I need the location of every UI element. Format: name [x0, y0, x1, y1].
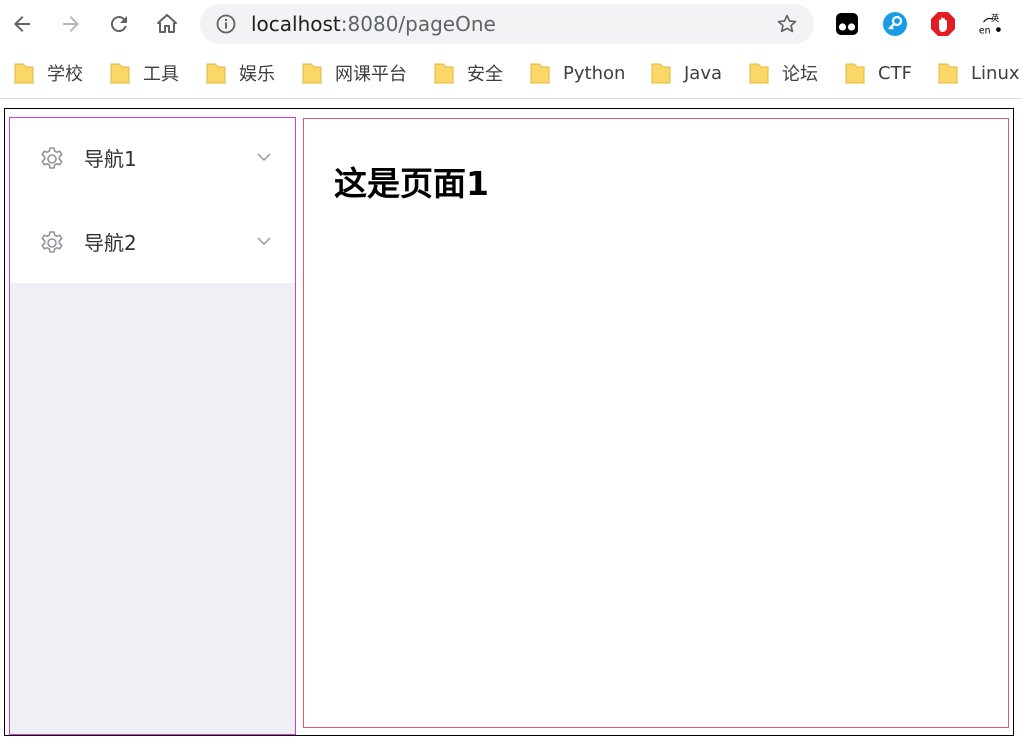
url-host: localhost: [251, 12, 341, 36]
translate-icon[interactable]: 英 en: [978, 11, 1004, 37]
nav-menu: 导航1 导航2: [10, 118, 295, 283]
sidebar-item-label: 导航1: [84, 147, 137, 171]
adblock-icon[interactable]: [930, 11, 956, 37]
bookmark-star-icon[interactable]: [776, 13, 798, 35]
browser-toolbar: localhost:8080/pageOne 英 en: [0, 0, 1022, 50]
bookmark-folder[interactable]: 娱乐: [206, 60, 275, 86]
folder-icon: [845, 63, 865, 84]
sidebar: 导航1 导航2: [9, 117, 296, 735]
forward-button[interactable]: [55, 8, 87, 40]
reload-button[interactable]: [103, 8, 135, 40]
gear-icon: [41, 147, 63, 169]
folder-icon: [938, 63, 958, 84]
gear-icon: [41, 231, 63, 253]
folder-icon: [206, 63, 226, 84]
tampermonkey-icon[interactable]: [834, 11, 860, 37]
bookmark-folder[interactable]: 学校: [14, 60, 83, 86]
reload-icon: [110, 16, 127, 33]
arrow-left-icon: [14, 16, 30, 32]
home-icon: [157, 14, 177, 33]
bookmark-folder[interactable]: 安全: [434, 60, 503, 86]
bookmark-folder[interactable]: CTF: [845, 60, 912, 86]
back-button[interactable]: [6, 8, 38, 40]
folder-icon: [110, 63, 130, 84]
main-content: 这是页面1: [303, 118, 1009, 728]
chevron-down-icon: [257, 237, 271, 245]
folder-icon: [302, 63, 322, 84]
url-text[interactable]: localhost:8080/pageOne: [251, 13, 496, 35]
bookmark-label: 论坛: [782, 64, 818, 85]
bookmark-label: CTF: [878, 62, 912, 84]
svg-text:英: 英: [991, 13, 1000, 23]
arrow-right-icon: [63, 16, 79, 32]
sidebar-item-label: 导航2: [84, 231, 137, 255]
bookmark-folder[interactable]: Linux: [938, 60, 1020, 86]
url-path: :8080/pageOne: [340, 12, 496, 36]
bookmark-folder[interactable]: 论坛: [749, 60, 818, 86]
folder-icon: [651, 63, 671, 84]
folder-icon: [749, 63, 769, 84]
folder-icon: [434, 63, 454, 84]
bookmark-label: Python: [563, 62, 626, 84]
bookmark-label: Linux: [971, 62, 1020, 84]
svg-text:en: en: [979, 25, 991, 36]
folder-icon: [14, 63, 34, 84]
bookmark-folder[interactable]: 工具: [110, 60, 179, 86]
bookmark-folder[interactable]: Python: [530, 60, 625, 86]
bookmark-label: 工具: [143, 64, 179, 85]
bookmarks-bar: 学校 工具 娱乐 网课平台 安全 Python Java 论坛 CTF Linu…: [0, 50, 1022, 99]
bookmark-label: 网课平台: [335, 64, 407, 85]
bookmark-label: 学校: [47, 64, 83, 85]
bookmark-folder[interactable]: 网课平台: [302, 60, 407, 86]
bookmark-label: 娱乐: [239, 64, 275, 85]
address-bar[interactable]: localhost:8080/pageOne: [200, 4, 814, 44]
sidebar-item-nav1[interactable]: 导航1: [10, 118, 295, 202]
sidebar-item-nav2[interactable]: 导航2: [10, 202, 295, 286]
bookmark-label: Java: [684, 62, 723, 84]
home-button[interactable]: [151, 8, 183, 40]
password-key-icon[interactable]: [882, 11, 908, 37]
bookmark-label: 安全: [467, 64, 503, 85]
chevron-down-icon: [257, 153, 271, 161]
page-title: 这是页面1: [334, 164, 489, 203]
info-icon[interactable]: [216, 14, 236, 34]
bookmark-folder[interactable]: Java: [651, 60, 722, 86]
page-viewport: 导航1 导航2 这是页面1: [4, 108, 1014, 736]
folder-icon: [530, 63, 550, 84]
